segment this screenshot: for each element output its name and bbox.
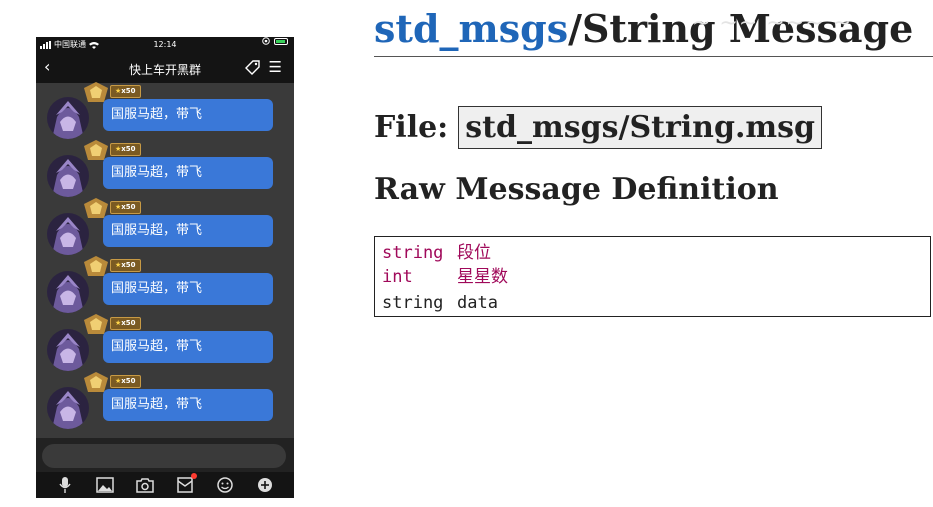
field-type: int [382, 267, 413, 287]
raw-definition-heading: Raw Message Definition [374, 172, 779, 207]
star-count: x50 [121, 145, 136, 153]
message-bubble[interactable]: 国服马超，带飞 [103, 273, 273, 305]
phone-chat-screenshot: 中国联通 12:14 ‹ 快上车开黑群 ☰ ★x50 国服马超，带飞 ★x50 … [36, 37, 294, 498]
field-name: data [457, 293, 498, 313]
avatar[interactable] [47, 387, 89, 429]
chat-message: ★x50 国服马超，带飞 [36, 140, 294, 199]
package-link[interactable]: std_msgs [374, 6, 568, 51]
plus-icon[interactable] [256, 477, 274, 493]
message-bubble[interactable]: 国服马超，带飞 [103, 99, 273, 131]
chat-header: ‹ 快上车开黑群 ☰ [36, 53, 294, 83]
field-type: string [382, 243, 444, 263]
avatar[interactable] [47, 155, 89, 197]
menu-icon[interactable]: ☰ [269, 58, 282, 76]
message-input[interactable] [42, 444, 286, 468]
message-list: ★x50 国服马超，带飞 ★x50 国服马超，带飞 ★x50 国服马超，带飞 ★… [36, 82, 294, 438]
star-count-badge: ★x50 [110, 317, 141, 330]
tag-icon[interactable] [245, 60, 260, 75]
red-packet-icon [177, 477, 193, 493]
message-bubble[interactable]: 国服马超，带飞 [103, 157, 273, 189]
star-count-badge: ★x50 [110, 143, 141, 156]
status-time: 12:14 [153, 40, 177, 49]
lock-rotation-icon [262, 37, 270, 45]
file-name: std_msgs/String.msg [458, 105, 823, 149]
chat-message: ★x50 国服马超，带飞 [36, 256, 294, 315]
avatar[interactable] [47, 329, 89, 371]
message-bubble[interactable]: 国服马超，带飞 [103, 331, 273, 363]
message-bubble[interactable]: 国服马超，带飞 [103, 389, 273, 421]
battery-icon [274, 37, 288, 45]
avatar[interactable] [47, 271, 89, 313]
status-right [262, 37, 288, 45]
title-divider [374, 56, 933, 57]
star-count-badge: ★x50 [110, 85, 141, 98]
status-bar: 中国联通 12:14 [36, 37, 294, 53]
chat-message: ★x50 国服马超，带飞 [36, 198, 294, 257]
star-count: x50 [121, 319, 136, 327]
emoji-icon[interactable] [216, 477, 234, 493]
svg-text:~ ~~ ~~~ ~: ~ ~~ ~~~ ~ [692, 11, 852, 36]
avatar[interactable] [47, 97, 89, 139]
code-line: string 段位 [382, 241, 491, 266]
code-line: int 星星数 [382, 265, 508, 290]
file-label: File: [374, 109, 449, 145]
camera-icon[interactable] [136, 477, 154, 493]
field-name: 段位 [457, 243, 491, 263]
avatar[interactable] [47, 213, 89, 255]
star-count-badge: ★x50 [110, 375, 141, 388]
field-name: 星星数 [457, 267, 508, 287]
star-count: x50 [121, 261, 136, 269]
message-definition-code: string 段位 int 星星数 string data [374, 236, 931, 317]
notification-dot [191, 473, 197, 479]
star-count: x50 [121, 203, 136, 211]
star-count: x50 [121, 377, 136, 385]
file-row: File: std_msgs/String.msg [374, 100, 823, 154]
input-bar [36, 438, 294, 472]
chat-message: ★x50 国服马超，带飞 [36, 314, 294, 373]
watermark-icon: ~ ~~ ~~~ ~ [692, 11, 852, 36]
star-count-badge: ★x50 [110, 259, 141, 272]
image-icon[interactable] [96, 477, 114, 493]
star-count: x50 [121, 87, 136, 95]
message-bubble[interactable]: 国服马超，带飞 [103, 215, 273, 247]
chat-toolbar [36, 472, 294, 498]
chat-message: ★x50 国服马超，带飞 [36, 82, 294, 141]
mic-icon[interactable] [56, 477, 74, 493]
chat-message: ★x50 国服马超，带飞 [36, 372, 294, 431]
field-type: string [382, 293, 444, 313]
red-packet-button[interactable] [176, 473, 197, 493]
code-line: string data [382, 291, 498, 316]
star-count-badge: ★x50 [110, 201, 141, 214]
